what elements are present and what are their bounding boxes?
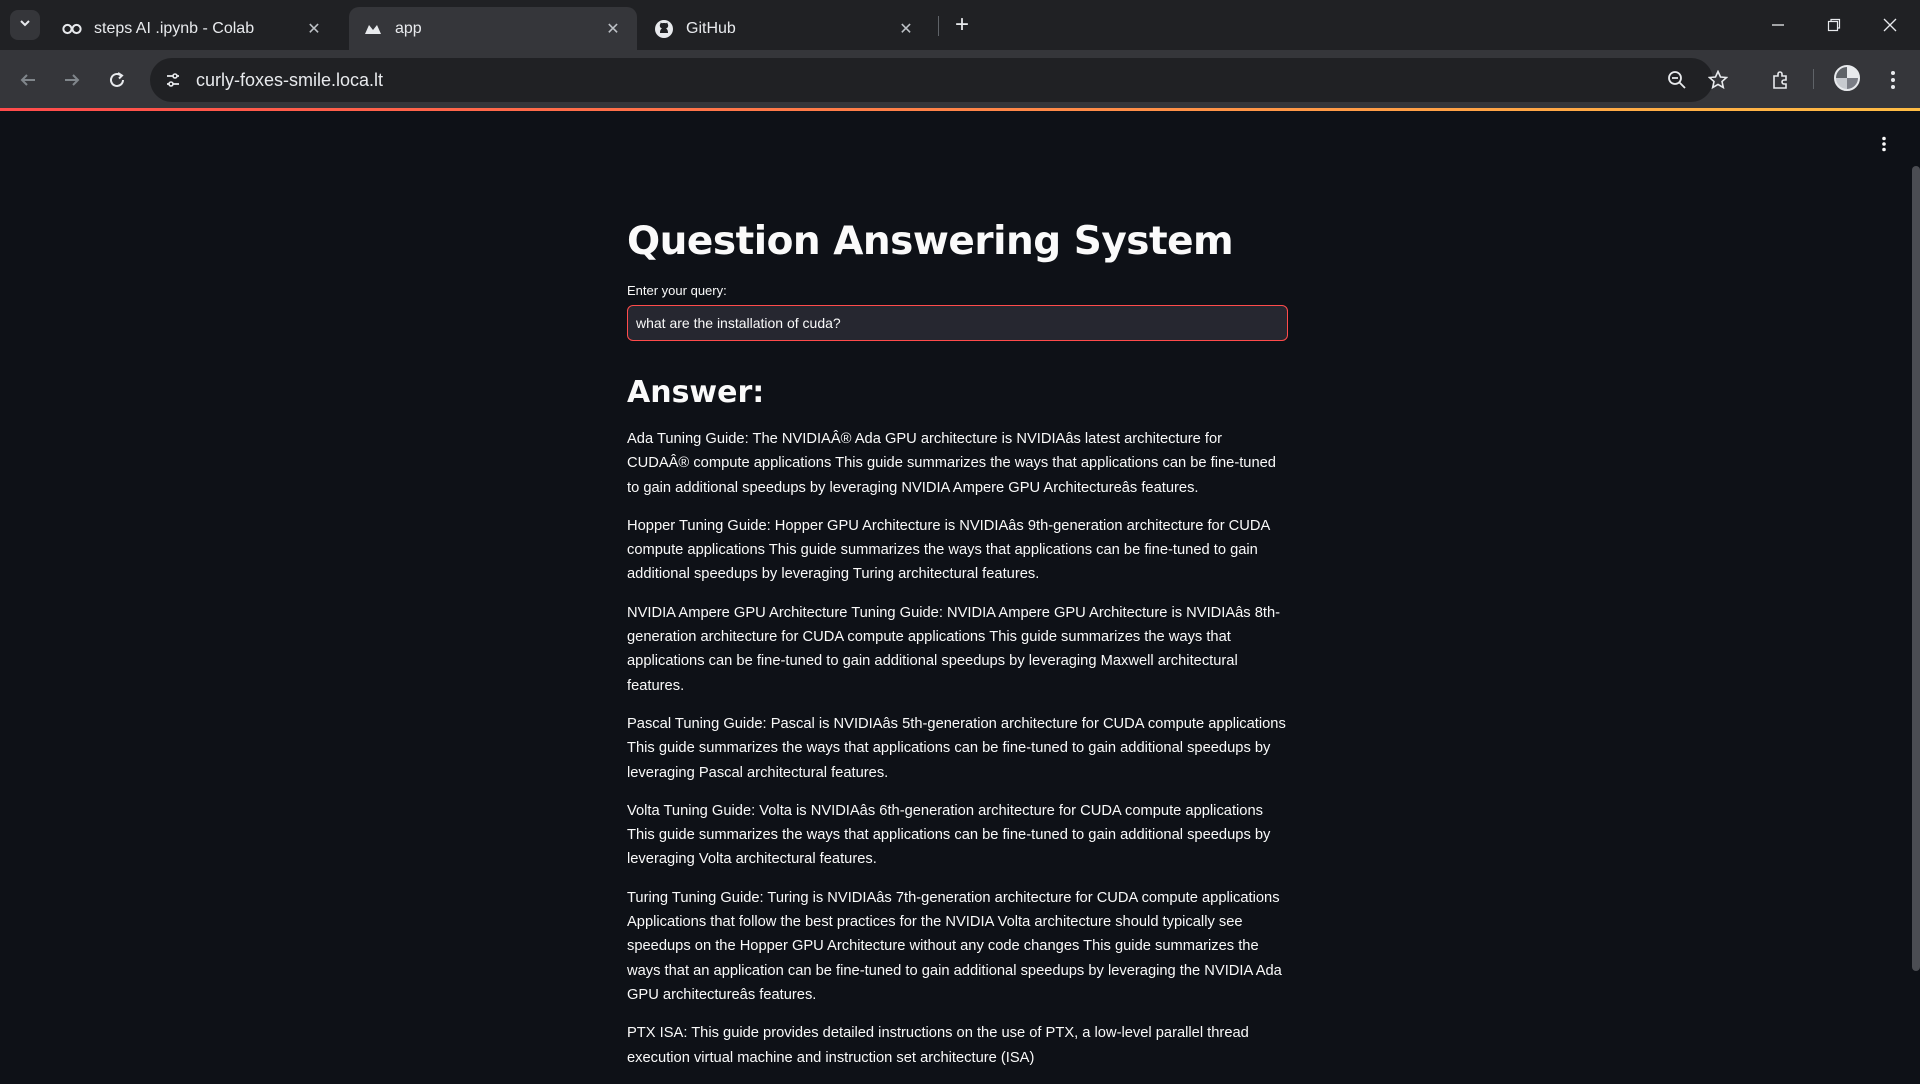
- url-text[interactable]: curly-foxes-smile.loca.lt: [196, 70, 383, 91]
- answer-item: Turing Tuning Guide: Turing is NVIDIAâs …: [627, 889, 1282, 1003]
- kebab-menu-icon: [1882, 136, 1886, 152]
- tab-title: app: [395, 19, 422, 37]
- zoom-out-icon: [1668, 71, 1686, 89]
- close-tab-icon[interactable]: ✕: [896, 19, 916, 39]
- tab-strip: steps AI .ipynb - Colab ✕ app ✕ GitHub ✕…: [0, 0, 1920, 50]
- answer-item: NVIDIA Ampere GPU Architecture Tuning Gu…: [627, 604, 1281, 694]
- close-window-button[interactable]: [1862, 0, 1918, 50]
- answer-item: Ada Tuning Guide: The NVIDIAÂ® Ada GPU a…: [627, 431, 1276, 496]
- close-tab-icon[interactable]: ✕: [304, 19, 324, 39]
- tab-divider: [938, 16, 939, 36]
- query-input[interactable]: [636, 315, 1287, 331]
- puzzle-icon: [1773, 71, 1787, 89]
- colab-icon: [62, 19, 82, 39]
- browser-toolbar: curly-foxes-smile.loca.lt: [0, 50, 1920, 110]
- minimize-icon: [1772, 24, 1784, 26]
- streamlit-icon: [363, 19, 383, 39]
- tab-title: GitHub: [686, 19, 736, 37]
- answer-item: Pascal Tuning Guide: Pascal is NVIDIAâs …: [627, 715, 1286, 781]
- tab-github[interactable]: GitHub ✕: [640, 7, 930, 50]
- reload-button[interactable]: [102, 65, 132, 95]
- restore-button[interactable]: [1806, 0, 1862, 50]
- close-tab-icon[interactable]: ✕: [603, 19, 623, 39]
- app-main-menu-button[interactable]: [1874, 131, 1894, 157]
- tab-colab[interactable]: steps AI .ipynb - Colab ✕: [48, 7, 338, 50]
- app-page: Question Answering System Enter your que…: [0, 111, 1920, 1080]
- new-tab-button[interactable]: +: [947, 10, 977, 40]
- kebab-menu-icon: [1891, 71, 1895, 89]
- query-input-container[interactable]: [627, 305, 1288, 341]
- close-icon: [1883, 18, 1897, 32]
- github-icon: [654, 19, 674, 39]
- back-button[interactable]: [13, 65, 43, 95]
- toolbar-divider: [1813, 69, 1814, 89]
- plus-icon: +: [954, 11, 969, 38]
- answer-item: Volta Tuning Guide: Volta is NVIDIAâs 6t…: [627, 802, 1271, 868]
- reload-icon: [110, 72, 124, 87]
- main-content: Question Answering System Enter your que…: [627, 217, 1288, 1084]
- tab-app[interactable]: app ✕: [349, 7, 637, 50]
- query-label: Enter your query:: [627, 283, 727, 298]
- zoom-button[interactable]: [1664, 67, 1690, 93]
- arrow-left-icon: [20, 74, 35, 86]
- answer-list: Ada Tuning Guide: The NVIDIAÂ® Ada GPU a…: [627, 427, 1287, 1070]
- answer-item: Hopper Tuning Guide: Hopper GPU Architec…: [627, 517, 1270, 583]
- minimize-button[interactable]: [1750, 0, 1806, 50]
- answer-item: PTX ISA: This guide provides detailed in…: [627, 1025, 1249, 1066]
- answer-heading: Answer:: [627, 375, 765, 410]
- tab-title: steps AI .ipynb - Colab: [94, 19, 255, 37]
- tune-icon: [167, 73, 179, 87]
- bookmark-button[interactable]: [1703, 65, 1733, 95]
- site-info-button[interactable]: [158, 65, 188, 95]
- restore-icon: [1827, 18, 1841, 32]
- page-title: Question Answering System: [627, 219, 1234, 264]
- chevron-down-icon: [18, 16, 32, 35]
- address-bar[interactable]: curly-foxes-smile.loca.lt: [150, 58, 1713, 102]
- arrow-right-icon: [65, 74, 80, 86]
- profile-avatar[interactable]: [1834, 65, 1860, 91]
- forward-button[interactable]: [57, 65, 87, 95]
- extensions-button[interactable]: [1766, 65, 1796, 95]
- tab-search-button[interactable]: [10, 10, 40, 40]
- star-icon: [1708, 70, 1728, 90]
- browser-menu-button[interactable]: [1878, 65, 1908, 95]
- page-scrollbar[interactable]: [1912, 166, 1920, 971]
